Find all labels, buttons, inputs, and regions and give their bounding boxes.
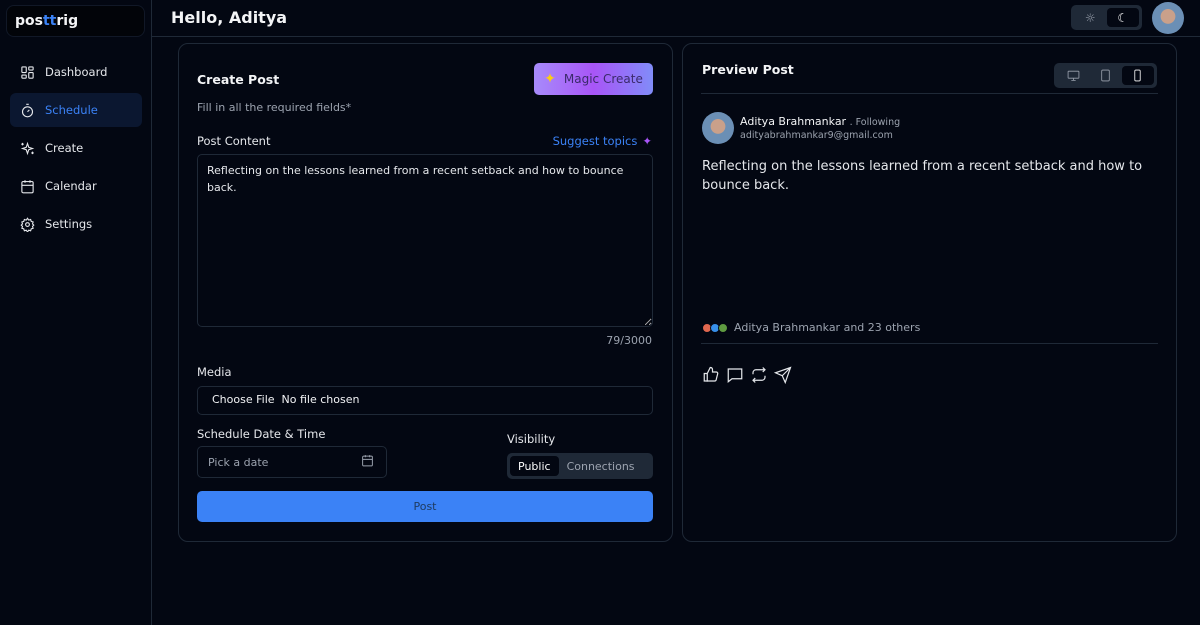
visibility-label: Visibility [507,432,556,446]
calendar-icon [21,179,34,193]
divider [701,343,1158,344]
like-icon[interactable] [702,366,720,384]
tablet-icon[interactable] [1089,66,1121,85]
sidebar-item-dashboard[interactable]: Dashboard [10,55,142,89]
character-count: 79/3000 [606,334,652,347]
suggest-topics-label: Suggest topics [552,134,638,148]
post-content-input[interactable]: Reflecting on the lessons learned from a… [197,154,653,327]
file-status: No file chosen [281,393,360,406]
post-author-avatar [702,112,734,144]
visibility-toggle: Public Connections [507,453,653,479]
sidebar-item-settings[interactable]: Settings [10,207,142,241]
mobile-icon[interactable] [1121,66,1154,85]
comment-icon[interactable] [726,366,744,384]
magic-create-label: Magic Create [563,72,643,86]
device-toggle [1054,63,1157,88]
calendar-icon [361,454,374,470]
visibility-connections[interactable]: Connections [559,456,643,476]
author-name: Aditya Brahmankar [740,115,847,128]
sparkles-icon: ✦ [544,71,556,87]
choose-file-button[interactable]: Choose File [212,393,275,406]
reactions-summary: Aditya Brahmankar and 23 others [702,321,920,334]
visibility-public[interactable]: Public [510,456,559,476]
date-placeholder: Pick a date [208,456,269,469]
media-label: Media [197,365,232,379]
logo-accent: tt [42,13,57,29]
author-email: adityabrahmankar9@gmail.com [740,130,893,141]
media-file-input[interactable]: Choose File No file chosen [197,386,653,415]
sidebar-item-calendar[interactable]: Calendar [10,169,142,203]
sidebar-item-schedule[interactable]: Schedule [10,93,142,127]
date-picker[interactable]: Pick a date [197,446,387,478]
form-subtitle: Fill in all the required fields* [197,101,352,114]
post-author: Aditya Brahmankar . Following [740,115,900,128]
sparkles-icon: ✦ [642,134,652,148]
sidebar-item-create[interactable]: Create [10,131,142,165]
create-post-card: Create Post ✦ Magic Create Fill in all th… [178,43,673,542]
sidebar-item-label: Dashboard [45,65,108,79]
timer-icon [21,103,34,117]
post-content-label: Post Content [197,134,271,148]
sidebar-item-label: Settings [45,217,93,231]
logo[interactable]: posttrig [6,5,145,37]
dashboard-icon [21,65,34,79]
avatar[interactable] [1152,2,1184,34]
repost-icon[interactable] [750,366,768,384]
post-actions [702,366,792,384]
following-status: . Following [849,117,901,128]
gear-icon [20,216,35,232]
preview-text: Reflecting on the lessons learned from a… [702,159,1143,193]
sidebar: posttrig Dashboard Schedule Create Calen… [0,0,152,625]
desktop-icon[interactable] [1057,66,1089,85]
post-button[interactable]: Post [197,491,653,522]
sidebar-item-label: Schedule [45,103,98,117]
sparkles-icon [20,141,35,155]
send-icon[interactable] [774,366,792,384]
sidebar-nav: Dashboard Schedule Create Calendar Setti… [10,55,142,245]
magic-create-button[interactable]: ✦ Magic Create [534,63,653,95]
logo-text: pos [15,13,43,29]
preview-title: Preview Post [702,62,794,77]
header: Hello, Aditya ☼ ☾ [152,0,1200,37]
clap-reaction-icon [718,322,728,333]
greeting: Hello, Aditya [171,8,288,27]
sidebar-item-label: Calendar [45,179,97,193]
reactions-text: Aditya Brahmankar and 23 others [734,321,921,334]
logo-text-end: rig [56,13,79,29]
sun-icon[interactable]: ☼ [1074,8,1107,27]
preview-post-card: Preview Post Aditya Brahmankar . Followi… [682,43,1177,542]
divider [701,93,1158,94]
create-post-title: Create Post [197,72,280,87]
moon-icon[interactable]: ☾ [1106,8,1139,27]
theme-toggle: ☼ ☾ [1071,5,1142,30]
sidebar-item-label: Create [45,141,84,155]
schedule-label: Schedule Date & Time [197,427,326,441]
suggest-topics-button[interactable]: Suggest topics ✦ [553,134,652,148]
